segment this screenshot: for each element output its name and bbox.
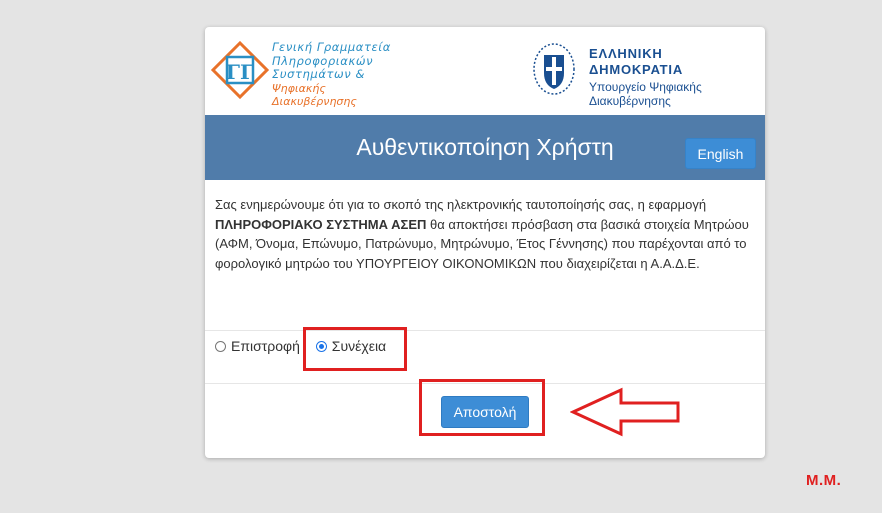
radio-return-label: Επιστροφή bbox=[231, 338, 300, 354]
logo-bar: ΓΓ Γενική Γραμματεία Πληροφοριακών Συστη… bbox=[205, 27, 765, 115]
gsis-line-1: Γενική Γραμματεία bbox=[272, 40, 391, 54]
gsis-line-2: Πληροφοριακών bbox=[272, 53, 374, 68]
divider bbox=[205, 330, 765, 331]
gsis-name: Γενική Γραμματεία Πληροφοριακών Συστημάτ… bbox=[272, 40, 412, 109]
notice-part-1: Σας ενημερώνουμε ότι για το σκοπό της ηλ… bbox=[215, 197, 707, 212]
gov-title: ΕΛΛΗΝΙΚΗ ΔΗΜΟΚΡΑΤΙΑ bbox=[589, 46, 684, 77]
gsis-line-4: Ψηφιακής Διακυβέρνησης bbox=[272, 81, 357, 109]
system-name: ΠΛΗΡΟΦΟΡΙΑΚΟ ΣΥΣΤΗΜΑ ΑΣΕΠ bbox=[215, 216, 427, 232]
gov-branding: ΕΛΛΗΝΙΚΗ ΔΗΜΟΚΡΑΤΙΑ Υπουργείο Ψηφιακής Δ… bbox=[589, 46, 759, 108]
greek-emblem-icon bbox=[533, 43, 575, 95]
ministry-line-1: Υπουργείο Ψηφιακής bbox=[589, 80, 702, 94]
signature: Μ.Μ. bbox=[806, 472, 842, 489]
english-language-button[interactable]: English bbox=[685, 138, 756, 169]
radio-return-circle[interactable] bbox=[215, 340, 226, 352]
svg-text:ΓΓ: ΓΓ bbox=[226, 60, 254, 84]
ministry-name: Υπουργείο Ψηφιακής Διακυβέρνησης bbox=[589, 80, 759, 108]
gsis-line-3: Συστημάτων & bbox=[272, 67, 366, 81]
annotation-highlight-continue bbox=[303, 327, 407, 371]
page-title: Αυθεντικοποίηση Χρήστη bbox=[356, 134, 614, 160]
gsis-logo-icon: ΓΓ bbox=[211, 41, 269, 99]
radio-return[interactable]: Επιστροφή bbox=[215, 338, 300, 354]
page-header: Αυθεντικοποίηση Χρήστη bbox=[205, 115, 765, 180]
annotation-highlight-submit bbox=[419, 379, 545, 436]
ministry-line-2: Διακυβέρνησης bbox=[589, 94, 671, 108]
annotation-arrow-icon bbox=[570, 387, 680, 437]
consent-notice: Σας ενημερώνουμε ότι για το σκοπό της ηλ… bbox=[215, 195, 757, 273]
